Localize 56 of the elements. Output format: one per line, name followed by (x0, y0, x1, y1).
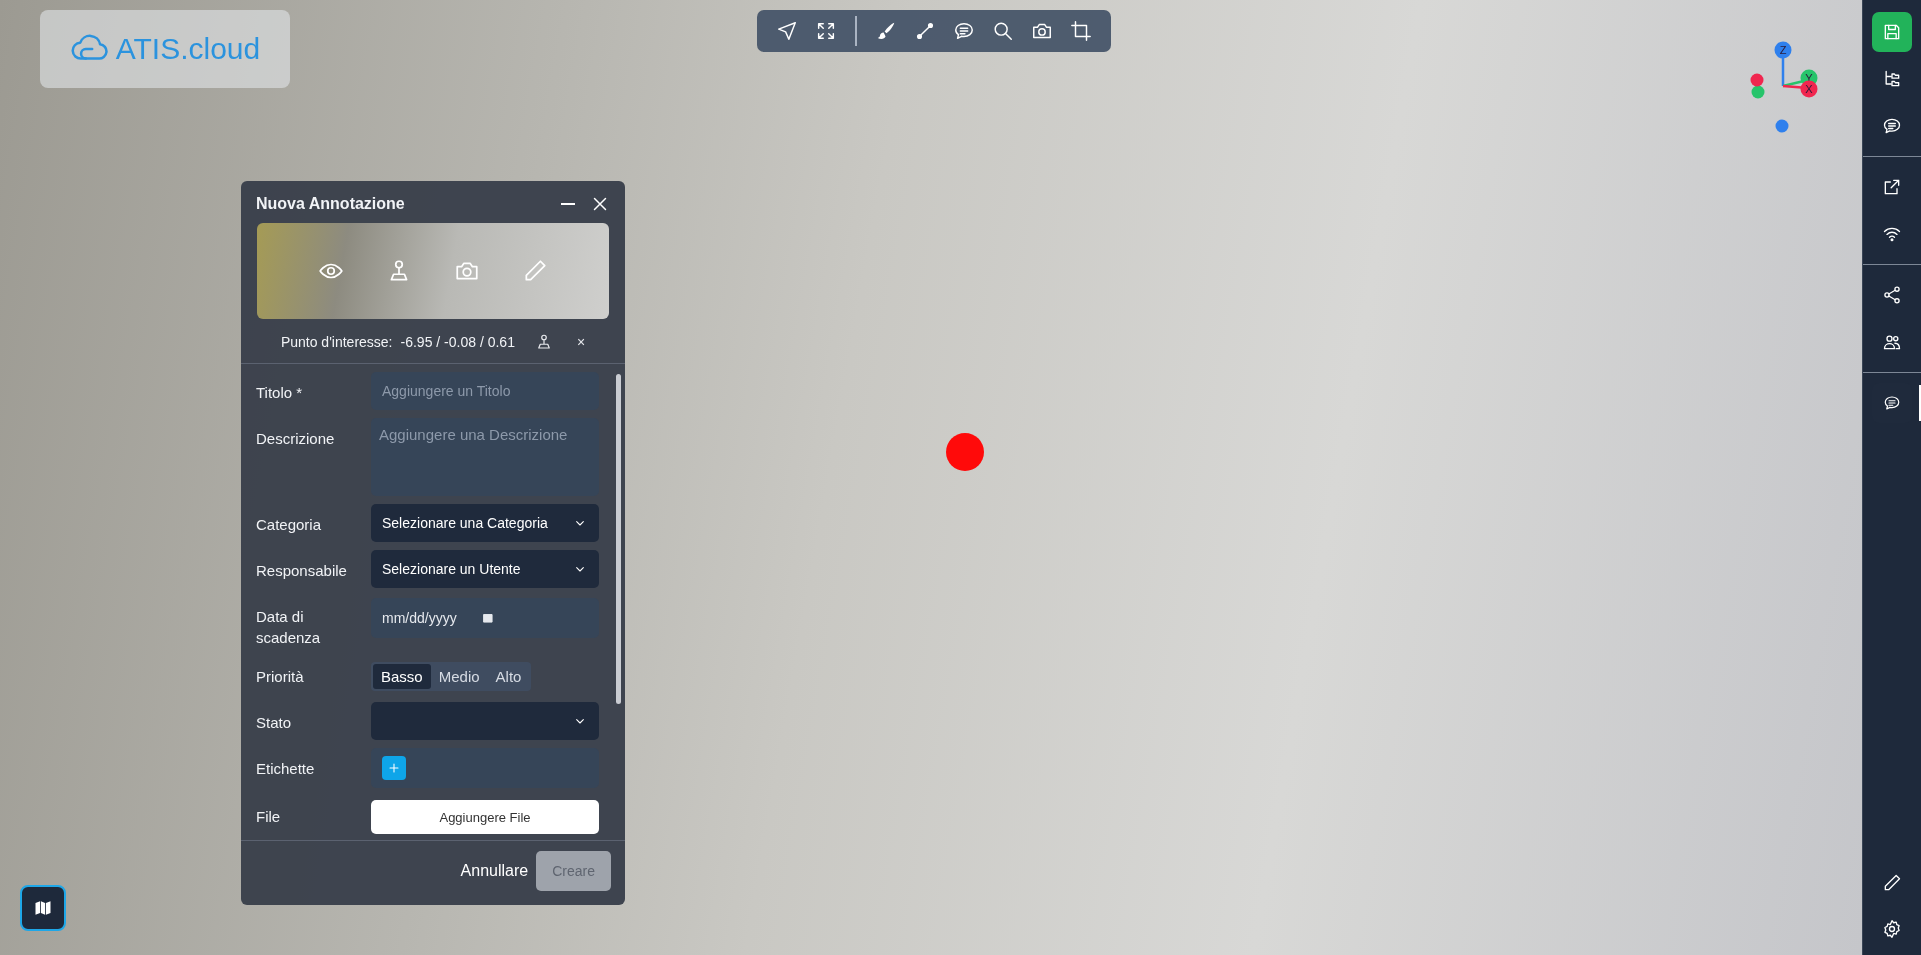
clear-point-button[interactable]: × (576, 334, 586, 350)
pencil-icon (1882, 873, 1902, 893)
navigate-icon (776, 20, 798, 42)
date-placeholder: mm/dd/yyyy (382, 610, 457, 626)
annotation-marker[interactable] (946, 433, 984, 471)
sidebar-button[interactable] (1872, 12, 1912, 52)
axis-dot[interactable] (1750, 73, 1764, 87)
field-label: Stato (256, 713, 293, 733)
field-label: Etichette (256, 759, 316, 779)
select-value: Selezionare un Utente (382, 561, 521, 577)
search-icon (992, 20, 1014, 42)
save-icon (1882, 22, 1902, 42)
comment-icon (1882, 116, 1902, 136)
comment-icon (953, 20, 975, 42)
title-input[interactable]: Aggiungere un Titolo (371, 372, 599, 410)
priority-option[interactable]: Alto (487, 663, 530, 689)
field-label: Categoria (256, 515, 323, 535)
select-field[interactable]: Selezionare una Categoria (371, 504, 599, 542)
cancel-button[interactable]: Annullare (458, 854, 531, 888)
comment-icon (1883, 393, 1901, 413)
select-field[interactable]: Selezionare un Utente (371, 550, 599, 588)
point-cloud-view[interactable] (0, 0, 1862, 955)
field-label: File (256, 807, 282, 827)
select-field[interactable] (371, 702, 599, 740)
priority-option[interactable]: Medio (430, 663, 488, 689)
axis-handle[interactable]: X (1800, 80, 1818, 98)
field-label: Titolo * (256, 383, 304, 403)
dialog-title: Nuova Annotazione (256, 195, 406, 213)
field-label: Data di scadenza (256, 607, 322, 648)
axis-dot[interactable] (1775, 119, 1789, 133)
field-label: Descrizione (256, 429, 336, 449)
settings-icon (1882, 919, 1902, 939)
select-value: Selezionare una Categoria (382, 515, 548, 531)
brush-icon (875, 20, 897, 42)
minimize-icon (561, 203, 575, 205)
map-button[interactable] (20, 885, 66, 931)
share-icon (1882, 285, 1902, 305)
axis-dot[interactable] (1751, 85, 1765, 99)
point-coordinates: -6.95 / -0.08 / 0.61 (400, 334, 515, 350)
measure-icon (914, 20, 936, 42)
scrollbar[interactable] (616, 374, 621, 704)
point-label: Punto d'interesse: (280, 334, 393, 350)
priority-option[interactable]: Basso (373, 663, 431, 689)
description-input[interactable]: Aggiungere una Descrizione (371, 418, 599, 496)
field-label: Responsabile (256, 561, 348, 581)
axis-handle[interactable]: Z (1774, 41, 1792, 59)
calendar-icon (480, 611, 495, 625)
pencil-icon (522, 258, 548, 284)
add-file-button[interactable]: Aggiungere File (371, 800, 599, 834)
date-field[interactable]: mm/dd/yyyy (371, 598, 599, 638)
crop-icon (1070, 20, 1092, 42)
field-label: Priorità (256, 667, 305, 687)
logo-text: ATIS.cloud (115, 32, 261, 66)
add-tag-button[interactable] (382, 756, 406, 780)
external-link-icon (1882, 177, 1902, 197)
fit-view-icon (815, 20, 837, 42)
